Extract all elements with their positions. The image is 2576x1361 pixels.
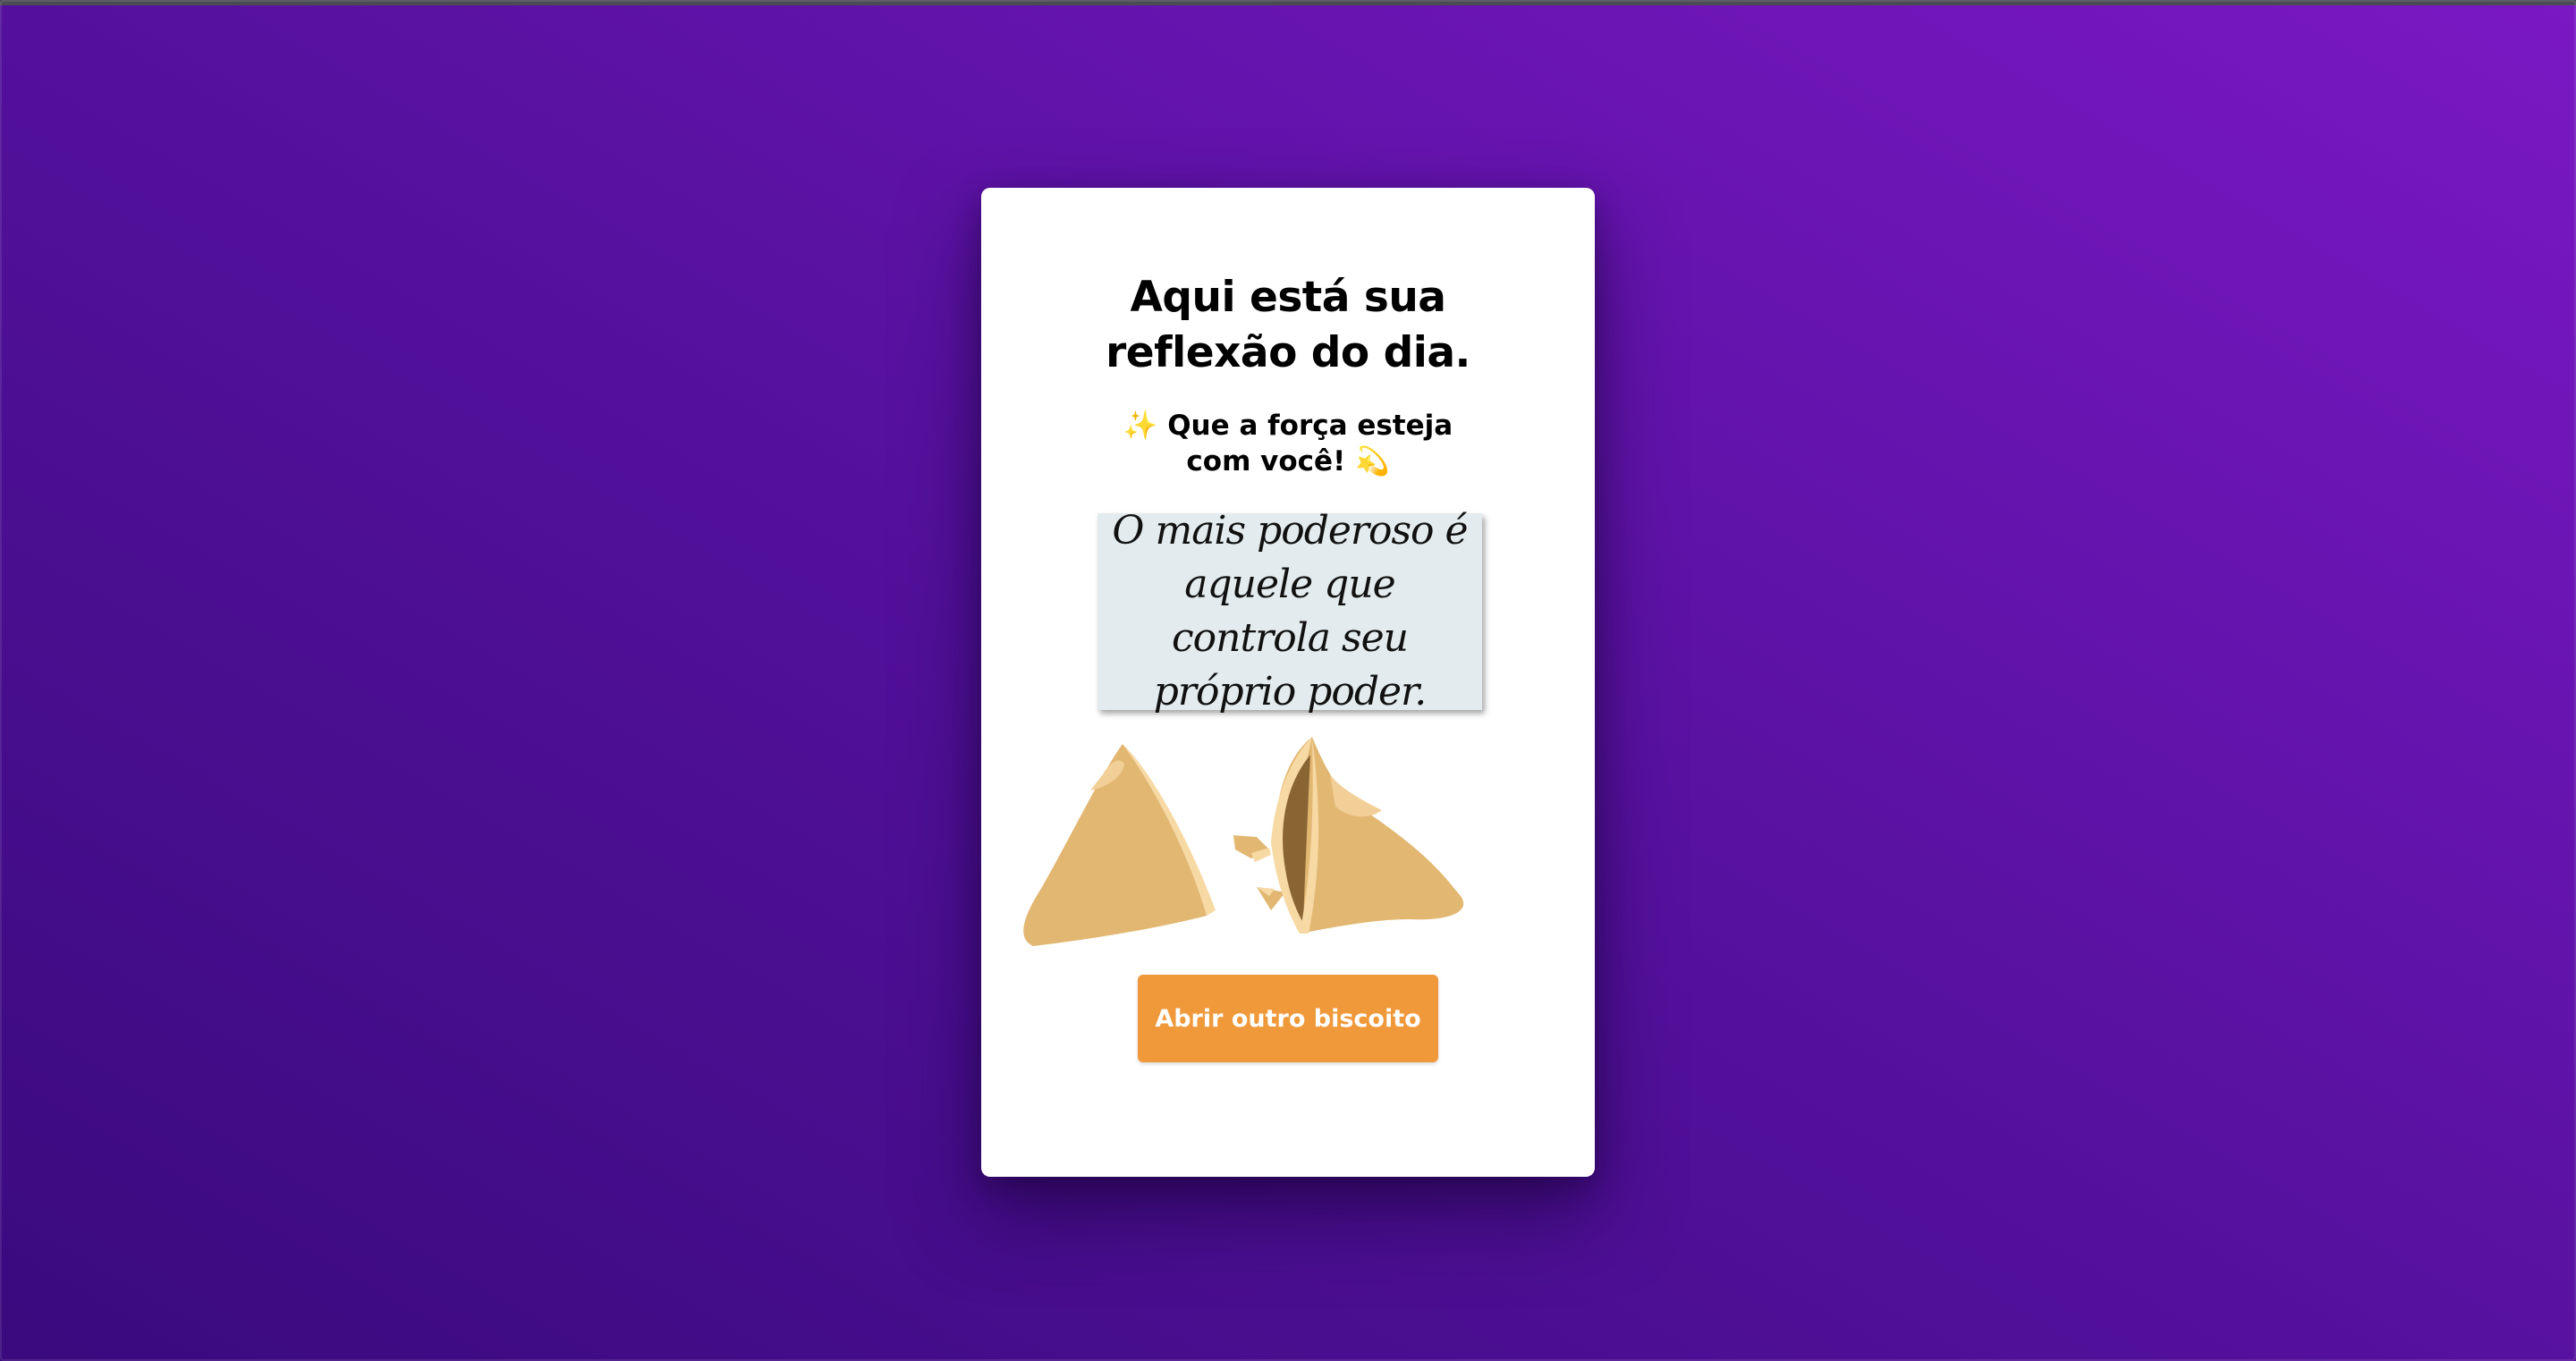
subtitle-text: Que a força esteja com você! [1167,410,1453,478]
fortune-text: O mais poderoso é aquele que controla se… [1112,508,1468,714]
fortune-card: Aqui está sua reflexão do dia. ✨ Que a f… [981,188,1595,1177]
subtitle: ✨ Que a força esteja com você! 💫 [981,408,1595,479]
window-top-edge [0,0,2576,5]
cookie-left-half [1023,744,1216,946]
open-another-cookie-button[interactable]: Abrir outro biscoito [1138,975,1438,1062]
fortune-cookie-illustration [1023,737,1464,946]
page-title: Aqui está sua reflexão do dia. [981,270,1595,381]
title-text: Aqui está sua reflexão do dia. [1106,273,1470,377]
cookie-right-half [1271,737,1464,934]
dizzy-star-icon: 💫 [1355,445,1390,478]
sparkles-icon: ✨ [1123,410,1158,442]
subtitle-line: ✨ Que a força esteja com você! 💫 [1091,408,1485,479]
fortune-paper: O mais poderoso é aquele que controla se… [1097,508,1482,714]
